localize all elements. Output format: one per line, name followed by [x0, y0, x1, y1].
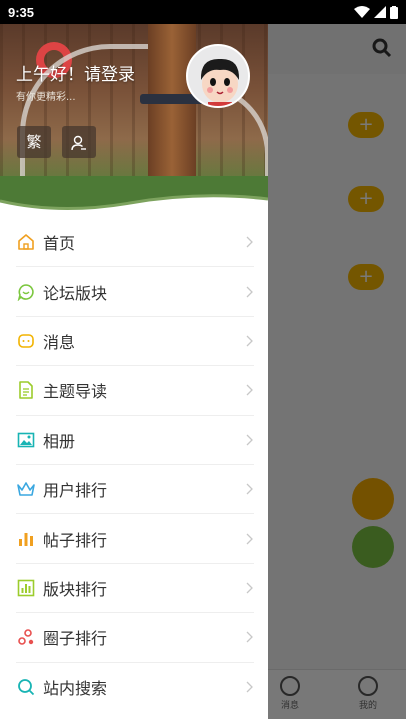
document-icon — [16, 380, 36, 400]
login-prompt[interactable]: 上午好！请登录 — [16, 60, 135, 85]
wave-divider — [0, 194, 268, 216]
menu-item-label: 主题导读 — [43, 382, 108, 402]
menu-item-home[interactable]: 首页 — [16, 218, 254, 268]
chart-box-icon — [16, 578, 36, 598]
circles-icon — [16, 627, 36, 647]
chevron-right-icon — [246, 631, 253, 643]
menu-item-messages[interactable]: 消息 — [16, 317, 254, 367]
menu-item-album[interactable]: 相册 — [16, 416, 254, 465]
chevron-right-icon — [246, 335, 253, 347]
drawer-header: 上午好！请登录 有你更精彩... 繁 — [0, 24, 268, 216]
menu-item-label: 首页 — [43, 234, 76, 254]
avatar[interactable] — [186, 44, 250, 108]
menu-item-site-search[interactable]: 站内搜索 — [16, 663, 254, 712]
menu-item-board-ranking[interactable]: 版块排行 — [16, 564, 254, 614]
chat-bubble-icon — [16, 282, 36, 302]
user-icon — [71, 135, 86, 150]
menu-item-post-ranking[interactable]: 帖子排行 — [16, 514, 254, 564]
traditional-chinese-button[interactable]: 繁 — [17, 126, 51, 158]
menu-item-label: 消息 — [43, 332, 76, 352]
menu-item-user-ranking[interactable]: 用户排行 — [16, 465, 254, 515]
wifi-icon — [354, 6, 370, 18]
menu-item-label: 论坛版块 — [43, 283, 108, 303]
home-icon — [16, 232, 36, 252]
drawer-menu: 首页 论坛版块 消息 主题导读 相册 用户排行 帖子排行 版块排行 圈子排行 站… — [0, 218, 268, 712]
menu-item-label: 圈子排行 — [43, 629, 108, 649]
menu-item-circle-ranking[interactable]: 圈子排行 — [16, 613, 254, 663]
chevron-right-icon — [246, 384, 253, 396]
message-icon — [16, 331, 36, 351]
crown-icon — [16, 479, 36, 499]
chevron-right-icon — [246, 236, 253, 248]
menu-item-label: 版块排行 — [43, 579, 108, 599]
chevron-right-icon — [246, 681, 253, 693]
bar-chart-icon — [16, 529, 36, 549]
header-subtext: 有你更精彩... — [16, 92, 76, 103]
image-icon — [16, 430, 36, 450]
menu-item-label: 帖子排行 — [43, 530, 108, 550]
menu-item-label: 相册 — [43, 431, 76, 451]
menu-item-label: 用户排行 — [43, 481, 108, 501]
menu-item-label: 站内搜索 — [43, 679, 108, 699]
status-bar: 9:35 — [0, 0, 406, 24]
chevron-right-icon — [246, 582, 253, 594]
menu-item-forum[interactable]: 论坛版块 — [16, 267, 254, 317]
navigation-drawer: 上午好！请登录 有你更精彩... 繁 首页 论坛版块 消息 主题导读 相册 用户… — [0, 24, 268, 719]
chevron-right-icon — [246, 434, 253, 446]
signal-icon — [374, 6, 386, 18]
status-time: 9:35 — [8, 4, 35, 20]
chevron-right-icon — [246, 286, 253, 298]
battery-icon — [390, 5, 398, 19]
profile-button[interactable] — [62, 126, 96, 158]
chevron-right-icon — [246, 483, 253, 495]
search-icon — [16, 677, 36, 697]
chevron-right-icon — [246, 533, 253, 544]
menu-item-topic-guide[interactable]: 主题导读 — [16, 366, 254, 416]
